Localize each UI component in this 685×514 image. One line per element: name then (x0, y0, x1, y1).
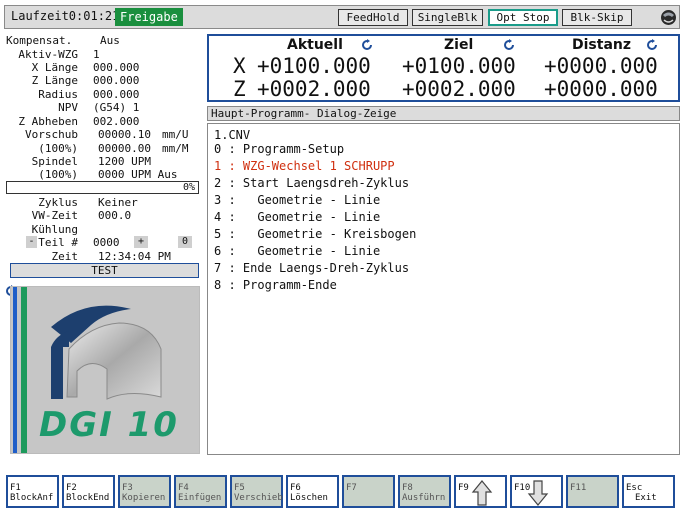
esc-exit-button[interactable]: Esc Exit (622, 475, 675, 508)
program-line[interactable]: 2 : Start Laengsdreh-Zyklus (214, 176, 409, 190)
info-row-zero-offset: NPV (G54) 1 (58, 101, 140, 114)
z-distance-value: +0000.000 (544, 77, 658, 101)
release-status-badge: Freigabe (115, 8, 183, 26)
z-target-value: +0002.000 (402, 77, 516, 101)
info-row-spindle: Spindel 1200 UPM (31, 155, 151, 168)
info-row-z-retract: Z Abheben 002.000 (18, 115, 140, 128)
test-mode-bar[interactable]: TEST (10, 263, 199, 278)
f6-delete-button[interactable]: F6 Löschen (286, 475, 339, 508)
info-row-dwell-time: VW-Zeit 000.0 (31, 209, 132, 222)
info-row-coolant: Kühlung (31, 223, 78, 236)
program-line[interactable]: 4 : Geometrie - Linie (214, 210, 380, 224)
program-line[interactable]: 6 : Geometrie - Linie (214, 244, 380, 258)
part-count-reset[interactable]: 0 (178, 236, 192, 248)
program-line[interactable]: 8 : Programm-Ende (214, 278, 337, 292)
axis-x-label: X (233, 54, 246, 78)
program-progress-bar: 0% (6, 181, 199, 194)
f9-scroll-up-button[interactable]: F9 (454, 475, 507, 508)
x-actual-value: +0100.000 (257, 54, 371, 78)
program-line[interactable]: 7 : Ende Laengs-Dreh-Zyklus (214, 261, 409, 275)
f5-move-button[interactable]: F5 Verschieb (230, 475, 283, 508)
info-row-time: Zeit 12:34:04 PM (51, 250, 171, 263)
f3-copy-button[interactable]: F3 Kopieren (118, 475, 171, 508)
singleblock-button[interactable]: SingleBlk (412, 9, 483, 26)
top-status-bar: Laufzeit0:01:21 Freigabe FeedHold Single… (4, 5, 680, 29)
refresh-distance-icon[interactable] (646, 39, 658, 51)
z-actual-value: +0002.000 (257, 77, 371, 101)
x-target-value: +0100.000 (402, 54, 516, 78)
program-tabs[interactable]: Haupt-Programm- Dialog-Zeige (207, 106, 680, 121)
optstop-button[interactable]: Opt Stop (488, 9, 558, 26)
arrow-down-icon (527, 480, 549, 506)
app-logo-icon (661, 10, 676, 25)
f10-scroll-down-button[interactable]: F10 (510, 475, 563, 508)
info-row-active-tool: Aktiv-WZG 1 (18, 48, 100, 61)
progress-percent: 0% (182, 182, 195, 193)
logo-text: DGI 10 (39, 405, 179, 445)
info-row-spindle-override: (100%) 0000 UPM Aus (38, 168, 178, 181)
f2-block-end-button[interactable]: F2 BlockEnd (62, 475, 115, 508)
info-row-feed-override: (100%) 00000.00 mm/M (38, 142, 189, 155)
info-row-cycle: Zyklus Keiner (38, 196, 138, 209)
info-row-feed: Vorschub 00000.10 mm/U (25, 128, 189, 141)
info-row-z-length: Z Länge 000.000 (31, 74, 140, 87)
feedhold-button[interactable]: FeedHold (338, 9, 408, 26)
refresh-target-icon[interactable] (503, 39, 515, 51)
coordinate-display: Aktuell Ziel Distanz X +0100.000 +0100.0… (207, 34, 680, 102)
f4-paste-button[interactable]: F4 Einfügen (174, 475, 227, 508)
program-line[interactable]: 5 : Geometrie - Kreisbogen (214, 227, 416, 241)
header-actual: Aktuell (287, 37, 343, 53)
header-distance: Distanz (572, 37, 632, 53)
blockskip-button[interactable]: Blk-Skip (562, 9, 632, 26)
f7-button[interactable]: F7 (342, 475, 395, 508)
info-row-compensation: Kompensat. Aus (6, 34, 120, 47)
machine-logo-image: DGI 10 (10, 286, 200, 454)
refresh-actual-icon[interactable] (361, 39, 373, 51)
f11-button[interactable]: F11 (566, 475, 619, 508)
f8-execute-button[interactable]: F8 Ausführn (398, 475, 451, 508)
program-line[interactable]: 0 : Programm-Setup (214, 142, 344, 156)
axis-z-label: Z (233, 77, 246, 101)
part-increment-button[interactable]: + (134, 236, 148, 248)
program-line[interactable]: 3 : Geometrie - Linie (214, 193, 380, 207)
x-distance-value: +0000.000 (544, 54, 658, 78)
header-target: Ziel (444, 37, 474, 53)
info-row-part-count: - Teil # 0000 + 0 (6, 236, 206, 249)
program-line-active[interactable]: 1 : WZG-Wechsel 1 SCHRUPP (214, 159, 395, 173)
runtime-label: Laufzeit0:01:21 (11, 9, 120, 23)
info-row-radius: Radius 000.000 (38, 88, 140, 101)
info-row-x-length: X Länge 000.000 (31, 61, 140, 74)
program-listing[interactable]: 1.CNV 0 : Programm-Setup 1 : WZG-Wechsel… (207, 123, 680, 455)
f1-block-start-button[interactable]: F1 BlockAnf (6, 475, 59, 508)
program-filename: 1.CNV (214, 128, 251, 142)
arrow-up-icon (471, 480, 493, 506)
